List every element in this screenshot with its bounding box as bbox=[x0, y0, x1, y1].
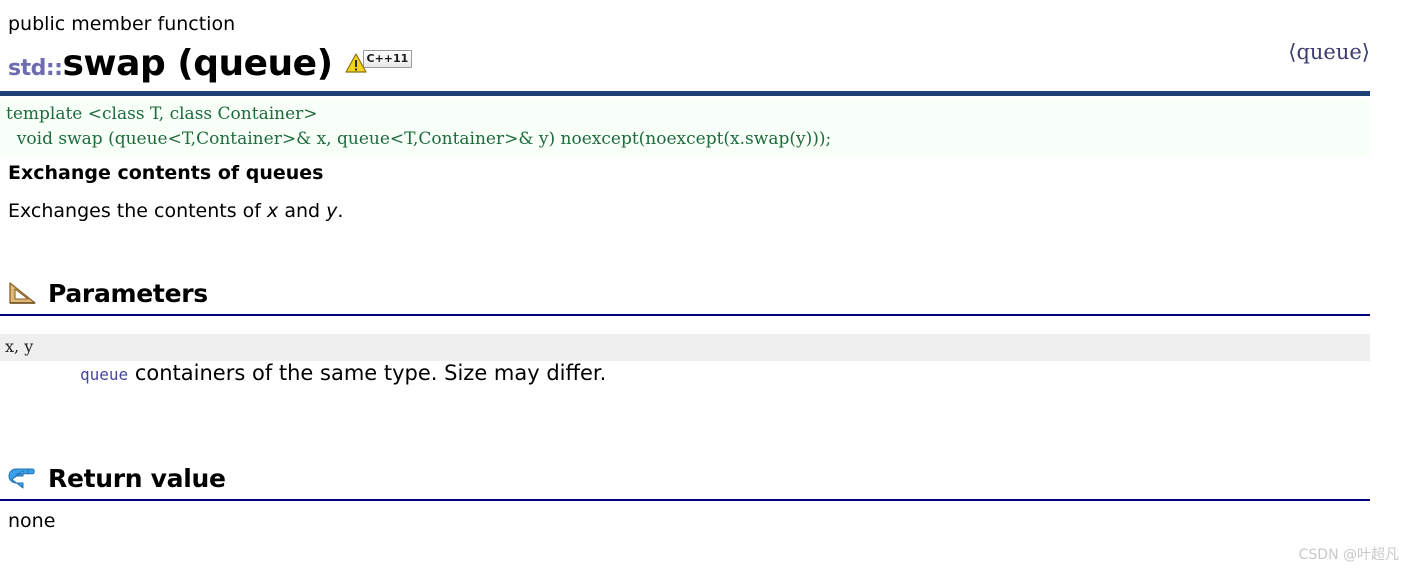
section-parameters-divider bbox=[0, 314, 1370, 316]
parameter-name: x, y bbox=[5, 337, 34, 356]
parameter-type-link[interactable]: queue bbox=[80, 365, 128, 384]
section-parameters-title: Parameters bbox=[48, 278, 208, 308]
description-text-middle: and bbox=[278, 200, 327, 222]
title-badges: C++11 bbox=[344, 50, 413, 84]
csdn-watermark: CSDN @叶超凡 bbox=[1298, 547, 1399, 563]
header-divider bbox=[0, 91, 1370, 96]
return-arrow-icon bbox=[8, 465, 38, 491]
section-parameters: Parameters bbox=[0, 276, 1370, 316]
page-title: std:: swap (queue) C++11 bbox=[8, 42, 413, 84]
description-param-x: x bbox=[267, 200, 279, 222]
description-text: Exchanges the contents of x and y. bbox=[8, 199, 343, 224]
parameter-description: queue containers of the same type. Size … bbox=[80, 360, 606, 388]
prototype-line-1: template <class T, class Container> bbox=[6, 104, 318, 124]
section-return-value: Return value bbox=[0, 461, 1370, 501]
title-function-name: swap (queue) bbox=[62, 43, 333, 84]
cxx-standard-badge: C++11 bbox=[362, 50, 413, 68]
warning-triangle-icon bbox=[344, 53, 367, 73]
section-return-value-divider bbox=[0, 499, 1370, 501]
section-parameters-header: Parameters bbox=[0, 276, 1370, 310]
parameter-description-text: containers of the same type. Size may di… bbox=[128, 361, 607, 385]
prototype-line-2: void swap (queue<T,Container>& x, queue<… bbox=[6, 129, 832, 149]
description-text-after: . bbox=[337, 200, 344, 222]
function-kind-label: public member function bbox=[8, 13, 236, 35]
ruler-triangle-icon bbox=[8, 280, 38, 306]
return-value-text: none bbox=[8, 510, 56, 532]
section-return-value-header: Return value bbox=[0, 461, 1370, 495]
function-prototype-block: template <class T, class Container> void… bbox=[0, 100, 1370, 156]
include-header-label: ⟨queue⟩ bbox=[1288, 40, 1370, 64]
description-heading: Exchange contents of queues bbox=[8, 162, 324, 184]
description-text-before: Exchanges the contents of bbox=[8, 200, 268, 222]
description-param-y: y bbox=[326, 200, 338, 222]
parameter-row-band bbox=[0, 334, 1370, 361]
section-return-value-title: Return value bbox=[48, 463, 226, 493]
title-namespace: std:: bbox=[8, 56, 63, 81]
reference-page: public member function std:: swap (queue… bbox=[0, 0, 1411, 572]
